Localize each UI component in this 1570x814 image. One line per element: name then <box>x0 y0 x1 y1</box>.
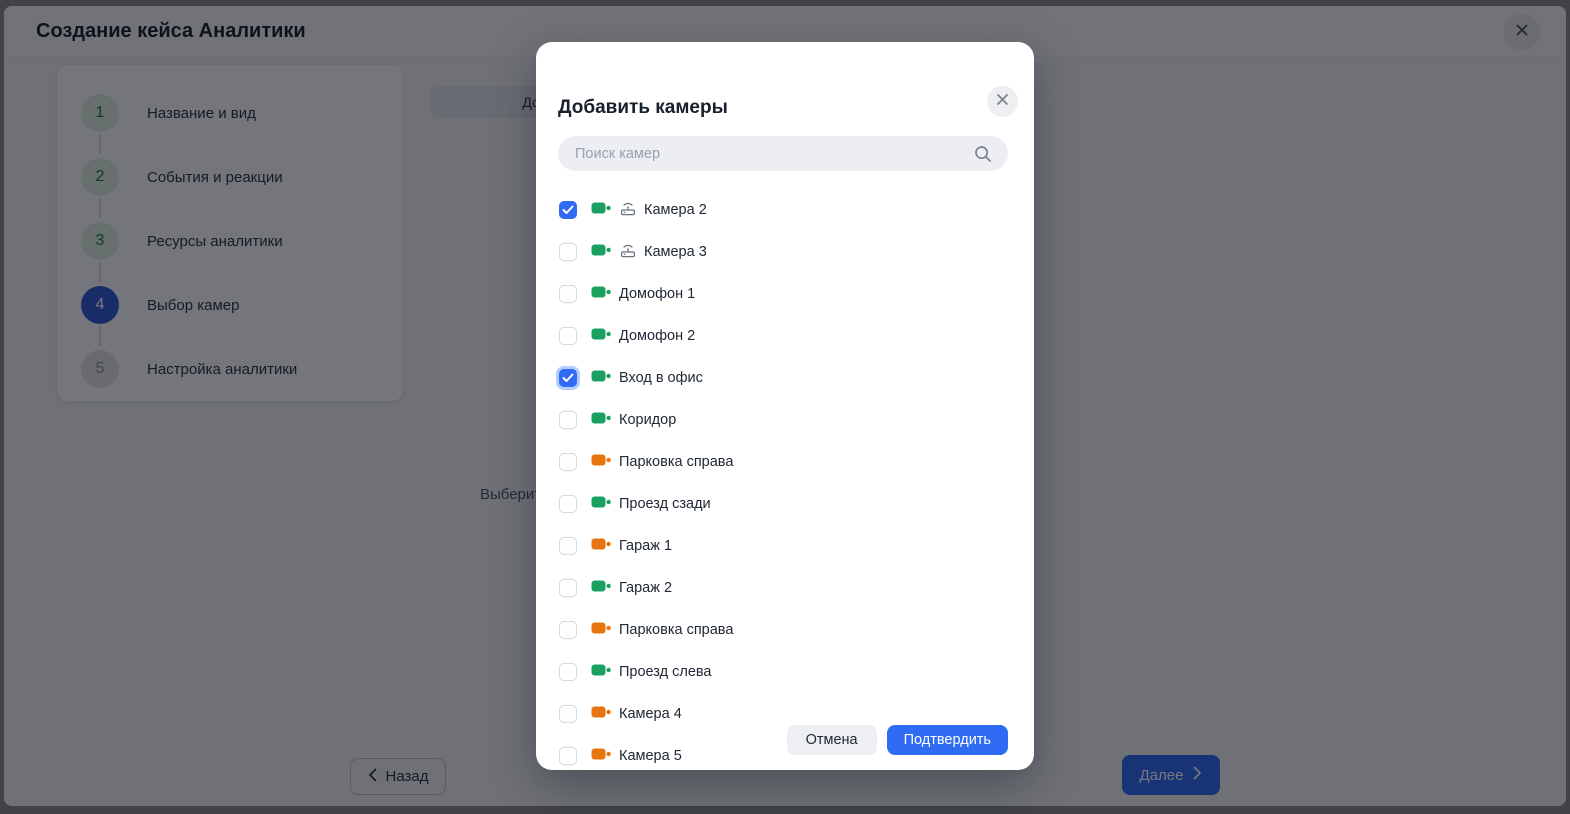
camera-status-icon <box>591 746 612 767</box>
camera-checkbox[interactable] <box>559 285 577 303</box>
camera-row[interactable]: Парковка справа <box>536 609 1034 651</box>
camera-row[interactable]: Коридор <box>536 399 1034 441</box>
camera-row[interactable]: Проезд слева <box>536 651 1034 693</box>
camera-name: Вход в офис <box>619 370 703 386</box>
add-cameras-modal: Добавить камеры Камера 2 Камера 3 <box>536 42 1034 770</box>
camera-checkbox[interactable] <box>559 411 577 429</box>
camera-checkbox[interactable] <box>559 579 577 597</box>
search-icon <box>973 144 993 169</box>
camera-list: Камера 2 Камера 3 Домофон 1 Домофон 2 Вх… <box>536 189 1034 777</box>
camera-row[interactable]: Парковка справа <box>536 441 1034 483</box>
camera-checkbox[interactable] <box>559 705 577 723</box>
camera-name: Проезд слева <box>619 664 712 680</box>
camera-name: Домофон 1 <box>619 286 695 302</box>
camera-checkbox[interactable] <box>559 495 577 513</box>
camera-checkbox[interactable] <box>559 747 577 765</box>
camera-status-icon <box>591 368 612 389</box>
camera-name: Камера 4 <box>619 706 682 722</box>
camera-name: Домофон 2 <box>619 328 695 344</box>
camera-row[interactable]: Проезд сзади <box>536 483 1034 525</box>
camera-name: Камера 3 <box>644 244 707 260</box>
camera-status-icon <box>591 410 612 431</box>
camera-status-icon <box>591 326 612 347</box>
camera-checkbox[interactable] <box>559 537 577 555</box>
camera-status-icon <box>591 620 612 641</box>
camera-checkbox[interactable] <box>559 201 577 219</box>
camera-name: Гараж 1 <box>619 538 672 554</box>
camera-status-icon <box>591 494 612 515</box>
close-icon <box>995 92 1010 112</box>
camera-status-icon <box>591 704 612 725</box>
camera-checkbox[interactable] <box>559 243 577 261</box>
camera-name: Гараж 2 <box>619 580 672 596</box>
camera-row[interactable]: Домофон 1 <box>536 273 1034 315</box>
camera-search-input[interactable] <box>558 136 1008 171</box>
camera-name: Проезд сзади <box>619 496 711 512</box>
camera-status-icon <box>591 200 612 221</box>
camera-checkbox[interactable] <box>559 663 577 681</box>
camera-row[interactable]: Гараж 1 <box>536 525 1034 567</box>
camera-checkbox[interactable] <box>559 453 577 471</box>
confirm-button[interactable]: Подтвердить <box>887 725 1008 755</box>
camera-status-icon <box>591 242 612 263</box>
camera-name: Камера 2 <box>644 202 707 218</box>
camera-name: Коридор <box>619 412 676 428</box>
network-device-icon <box>619 241 637 264</box>
camera-row[interactable]: Вход в офис <box>536 357 1034 399</box>
network-device-icon <box>619 199 637 222</box>
modal-title: Добавить камеры <box>558 97 728 119</box>
camera-name: Камера 5 <box>619 748 682 764</box>
camera-checkbox[interactable] <box>559 327 577 345</box>
modal-close-button[interactable] <box>987 86 1018 117</box>
camera-status-icon <box>591 284 612 305</box>
camera-row[interactable]: Камера 2 <box>536 189 1034 231</box>
camera-row[interactable]: Гараж 2 <box>536 567 1034 609</box>
camera-name: Парковка справа <box>619 622 733 638</box>
camera-status-icon <box>591 578 612 599</box>
camera-row[interactable]: Домофон 2 <box>536 315 1034 357</box>
cancel-button[interactable]: Отмена <box>787 725 877 755</box>
camera-checkbox[interactable] <box>559 621 577 639</box>
camera-status-icon <box>591 662 612 683</box>
camera-name: Парковка справа <box>619 454 733 470</box>
camera-row[interactable]: Камера 3 <box>536 231 1034 273</box>
camera-status-icon <box>591 452 612 473</box>
camera-status-icon <box>591 536 612 557</box>
camera-checkbox[interactable] <box>559 369 577 387</box>
